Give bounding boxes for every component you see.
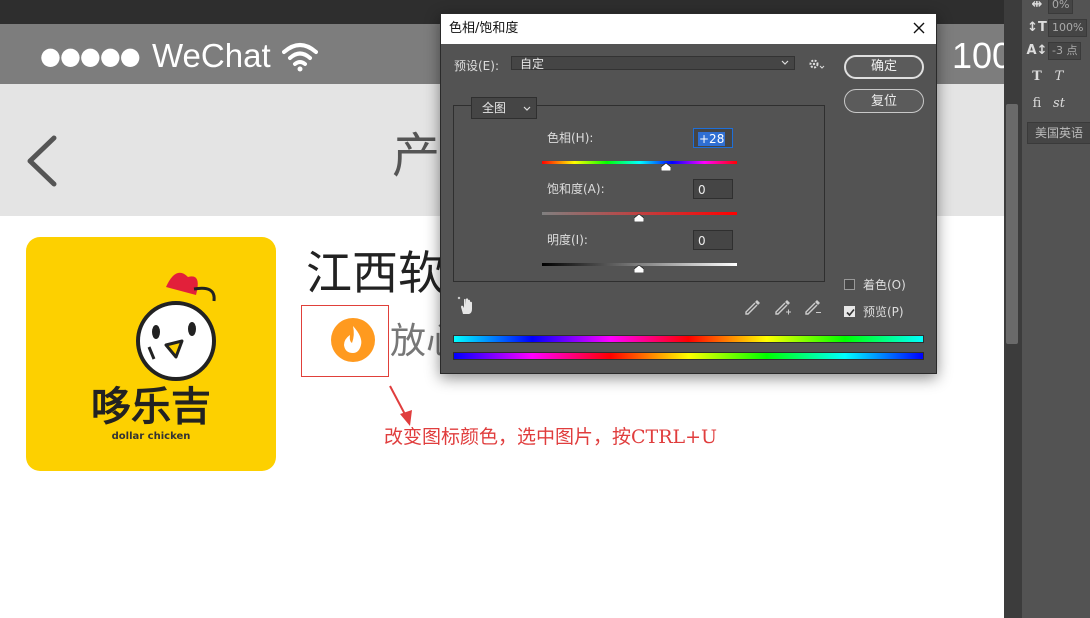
annotation-arrow-icon	[389, 385, 412, 426]
saturation-label: 饱和度(A):	[547, 182, 605, 196]
colorize-label: 着色(O)	[863, 278, 906, 292]
ligature-icon[interactable]: fi	[1026, 95, 1048, 113]
colorize-checkbox[interactable]	[844, 279, 855, 290]
gear-icon[interactable]	[808, 58, 826, 70]
close-icon	[913, 22, 925, 34]
carrier-name: WeChat	[152, 37, 271, 74]
nav-title: 产	[392, 128, 441, 184]
vertical-scale-icon: ↕T	[1027, 20, 1047, 35]
preset-select[interactable]: 自定	[511, 56, 795, 71]
hue-slider-track[interactable]	[542, 161, 737, 164]
hue-value: +28	[698, 132, 726, 146]
lightness-label: 明度(I):	[547, 233, 588, 247]
saturation-slider-thumb[interactable]	[634, 214, 644, 222]
faux-bold-icon[interactable]: T	[1026, 68, 1048, 86]
app-logo: 哆乐吉 dollar chicken	[26, 237, 276, 471]
hue-label: 色相(H):	[547, 131, 594, 145]
reset-button[interactable]: 复位	[844, 89, 924, 113]
adjustment-group-box	[453, 105, 825, 282]
baseline-shift-field[interactable]: -3 点	[1048, 42, 1082, 60]
hue-saturation-dialog: 色相/饱和度 预设(E): 自定 确定 复位 全图 色相(H): +28 饱和度…	[440, 13, 937, 374]
hand-adjust-icon[interactable]	[457, 296, 477, 316]
checkmark-icon	[846, 308, 855, 317]
spectrum-bar-original	[453, 352, 924, 360]
chicken-mascot-icon	[136, 272, 216, 381]
lightness-slider-thumb[interactable]	[634, 265, 644, 273]
faux-style-row: TT	[1026, 68, 1070, 86]
logo-brand-text: 哆乐吉	[91, 384, 211, 430]
eyedropper-minus-icon[interactable]	[804, 298, 822, 316]
opentype-row: fi st	[1026, 95, 1070, 113]
channel-value: 全图	[482, 101, 507, 115]
hue-input[interactable]: +28	[693, 128, 733, 148]
battery-percentage: 100	[952, 35, 1004, 76]
baseline-shift-row: A↕ -3 点	[1026, 42, 1082, 60]
lightness-input[interactable]: 0	[693, 230, 733, 250]
hue-slider-thumb[interactable]	[661, 163, 671, 171]
back-chevron-icon[interactable]	[24, 134, 60, 188]
preview-label: 预览(P)	[863, 305, 904, 319]
tracking-row: ⇹ 0%	[1026, 0, 1074, 14]
dialog-title: 色相/饱和度	[449, 21, 519, 36]
flame-icon[interactable]	[330, 317, 376, 363]
saturation-input[interactable]: 0	[693, 179, 733, 199]
vertical-scale-row: ↕T 100%	[1026, 19, 1088, 37]
close-button[interactable]	[907, 18, 931, 40]
language-select[interactable]: 美国英语	[1027, 122, 1090, 144]
eyedropper-plus-icon[interactable]	[774, 298, 792, 316]
logo-subtitle: dollar chicken	[111, 431, 191, 442]
vertical-scale-field[interactable]: 100%	[1048, 19, 1088, 37]
ok-button[interactable]: 确定	[844, 55, 924, 79]
annotation-text: 改变图标颜色，选中图片，按CTRL+U	[384, 426, 718, 448]
company-name: 江西软	[306, 246, 444, 300]
faux-italic-icon[interactable]: T	[1048, 68, 1070, 86]
chevron-down-icon	[523, 106, 531, 111]
preset-value: 自定	[520, 57, 545, 71]
channel-select[interactable]: 全图	[471, 97, 537, 119]
tracking-field[interactable]: 0%	[1048, 0, 1074, 14]
spectrum-bar-adjusted	[453, 335, 924, 343]
canvas-scrollbar-thumb[interactable]	[1006, 104, 1018, 344]
baseline-shift-icon: A↕	[1026, 43, 1048, 58]
signal-dots-icon: ●●●●●	[40, 42, 141, 70]
chevron-down-icon	[781, 60, 789, 65]
preview-checkbox[interactable]	[844, 306, 855, 317]
wifi-icon	[282, 43, 318, 72]
preset-label: 预设(E):	[454, 59, 499, 73]
eyedropper-icon[interactable]	[744, 298, 762, 316]
swash-icon[interactable]: st	[1048, 95, 1070, 113]
dialog-titlebar[interactable]: 色相/饱和度	[441, 14, 936, 44]
tracking-icon: ⇹	[1031, 0, 1043, 12]
